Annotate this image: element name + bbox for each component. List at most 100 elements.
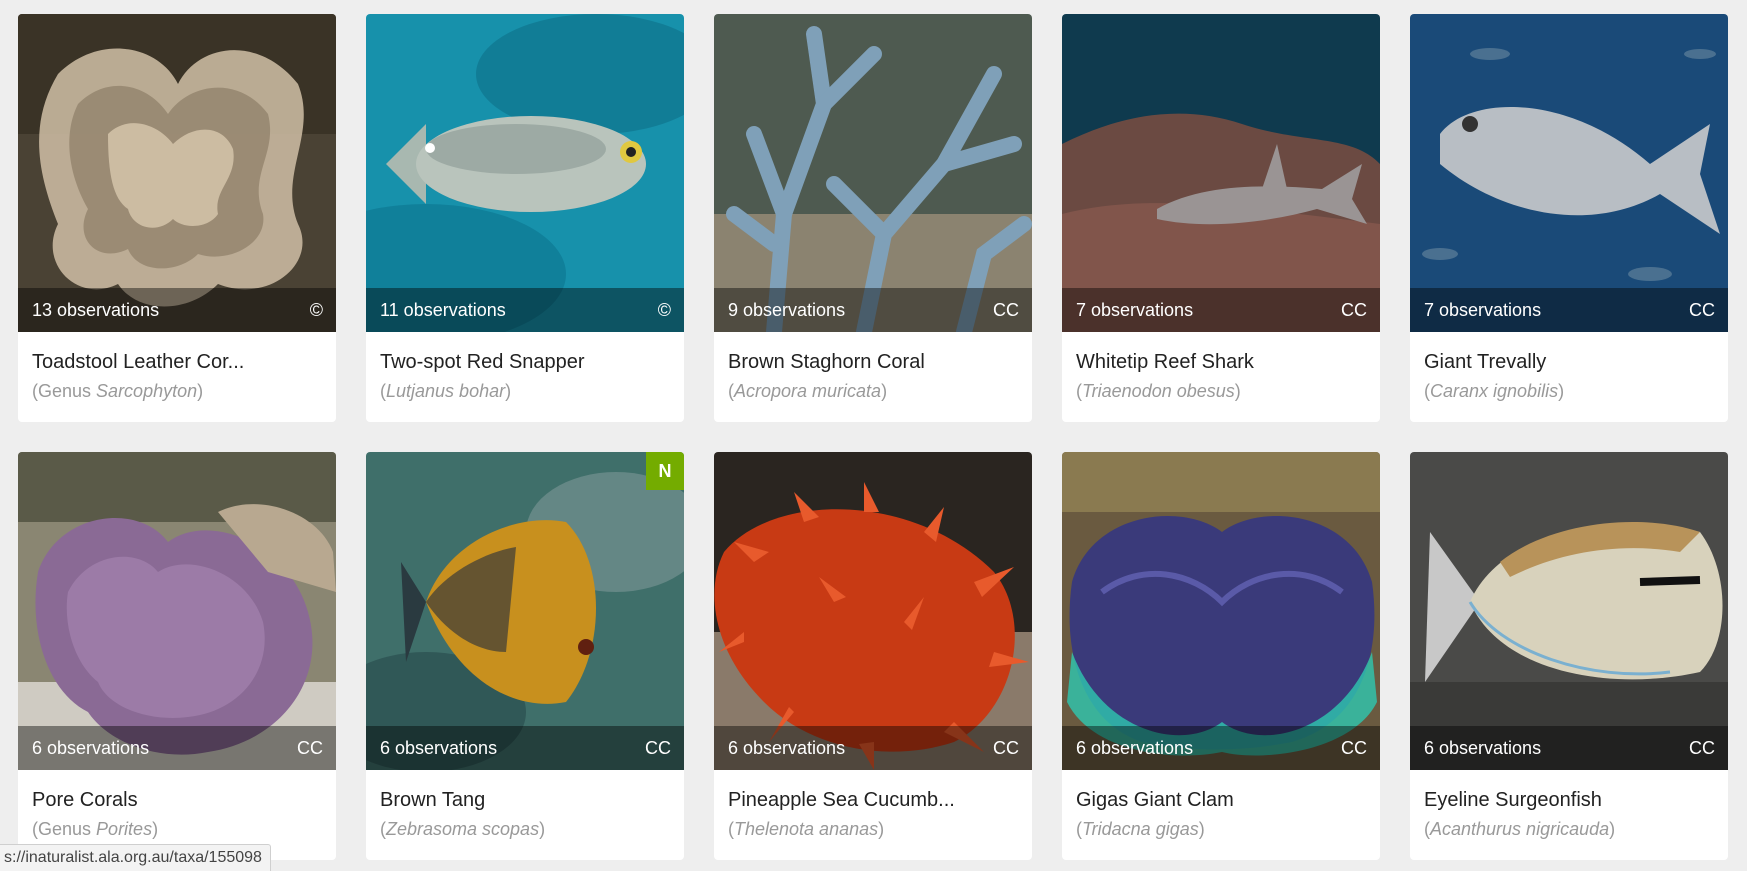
species-caption: Gigas Giant Clam (Tridacna gigas) [1062, 770, 1380, 840]
license-icon[interactable]: CC [993, 300, 1019, 321]
common-name[interactable]: Giant Trevally [1424, 350, 1714, 374]
species-photo[interactable]: 6 observations CC [1062, 452, 1380, 770]
observation-count: 6 observations [728, 737, 846, 758]
taxon-name: Porites [96, 819, 153, 839]
photo-pore-corals [18, 452, 336, 770]
observation-count: 6 observations [380, 737, 498, 758]
species-grid: 13 observations © Toadstool Leather Cor.… [18, 14, 1728, 860]
taxon-name: Tridacna gigas [1082, 819, 1199, 839]
common-name[interactable]: Two-spot Red Snapper [380, 350, 670, 374]
species-photo[interactable]: 11 observations © [366, 14, 684, 332]
observation-count: 7 observations [1076, 299, 1194, 320]
taxon-name: Zebrasoma scopas [386, 819, 540, 839]
species-caption: Brown Staghorn Coral (Acropora muricata) [714, 332, 1032, 402]
species-card[interactable]: 7 observations CC Giant Trevally (Caranx… [1410, 14, 1728, 422]
species-card[interactable]: 13 observations © Toadstool Leather Cor.… [18, 14, 336, 422]
license-icon[interactable]: © [658, 300, 671, 321]
license-icon[interactable]: CC [1689, 738, 1715, 759]
license-icon[interactable]: CC [1341, 738, 1367, 759]
common-name[interactable]: Pore Corals [32, 788, 322, 812]
scientific-name: (Zebrasoma scopas) [380, 819, 546, 839]
photo-overlay: 6 observations CC [1410, 726, 1728, 770]
species-photo[interactable]: 6 observations CC [714, 452, 1032, 770]
license-icon[interactable]: CC [297, 738, 323, 759]
rank-label: Genus [38, 381, 97, 401]
species-caption: Brown Tang (Zebrasoma scopas) [366, 770, 684, 840]
species-card[interactable]: 11 observations © Two-spot Red Snapper (… [366, 14, 684, 422]
license-icon[interactable]: CC [645, 738, 671, 759]
observation-count: 9 observations [728, 299, 846, 320]
license-icon[interactable]: CC [993, 738, 1019, 759]
scientific-name: (Acropora muricata) [728, 381, 888, 401]
species-card[interactable]: 6 observations CC Pineapple Sea Cucumb..… [714, 452, 1032, 860]
common-name[interactable]: Pineapple Sea Cucumb... [728, 788, 1018, 812]
status-bar-url: s://inaturalist.ala.org.au/taxa/155098 [0, 844, 271, 871]
species-photo[interactable]: N 6 observations CC [366, 452, 684, 770]
species-caption: Pineapple Sea Cucumb... (Thelenota anana… [714, 770, 1032, 840]
photo-staghorn-coral [714, 14, 1032, 332]
observation-count: 6 observations [1076, 737, 1194, 758]
taxon-name: Sarcophyton [96, 381, 198, 401]
species-photo[interactable]: 9 observations CC [714, 14, 1032, 332]
photo-sea-cucumber [714, 452, 1032, 770]
common-name[interactable]: Toadstool Leather Cor... [32, 350, 322, 374]
scientific-name: (Genus Porites) [32, 819, 159, 839]
common-name[interactable]: Eyeline Surgeonfish [1424, 788, 1714, 812]
taxon-name: Lutjanus bohar [386, 381, 506, 401]
species-card[interactable]: 9 observations CC Brown Staghorn Coral (… [714, 14, 1032, 422]
native-badge[interactable]: N [646, 452, 684, 490]
species-caption: Giant Trevally (Caranx ignobilis) [1410, 332, 1728, 402]
species-caption: Whitetip Reef Shark (Triaenodon obesus) [1062, 332, 1380, 402]
species-photo[interactable]: 7 observations CC [1062, 14, 1380, 332]
taxon-name: Acropora muricata [734, 381, 882, 401]
species-card[interactable]: 6 observations CC Pore Corals (Genus Por… [18, 452, 336, 860]
photo-overlay: 6 observations CC [366, 726, 684, 770]
observation-count: 7 observations [1424, 299, 1542, 320]
photo-brown-tang [366, 452, 684, 770]
photo-overlay: 9 observations CC [714, 288, 1032, 332]
species-photo[interactable]: 6 observations CC [1410, 452, 1728, 770]
scientific-name: (Thelenota ananas) [728, 819, 885, 839]
common-name[interactable]: Brown Tang [380, 788, 670, 812]
scientific-name: (Acanthurus nigricauda) [1424, 819, 1616, 839]
photo-overlay: 6 observations CC [1062, 726, 1380, 770]
photo-red-snapper [366, 14, 684, 332]
license-icon[interactable]: © [310, 300, 323, 321]
license-icon[interactable]: CC [1341, 300, 1367, 321]
observation-count: 6 observations [1424, 737, 1542, 758]
species-caption: Toadstool Leather Cor... (Genus Sarcophy… [18, 332, 336, 402]
scientific-name: (Triaenodon obesus) [1076, 381, 1241, 401]
photo-overlay: 7 observations CC [1410, 288, 1728, 332]
photo-reef-shark [1062, 14, 1380, 332]
photo-leather-coral [18, 14, 336, 332]
species-caption: Pore Corals (Genus Porites) [18, 770, 336, 840]
taxon-name: Thelenota ananas [734, 819, 879, 839]
observation-count: 11 observations [380, 299, 506, 320]
photo-overlay: 7 observations CC [1062, 288, 1380, 332]
species-card[interactable]: N 6 observations CC Brown Tang (Zebrasom… [366, 452, 684, 860]
photo-overlay: 13 observations © [18, 288, 336, 332]
species-photo[interactable]: 13 observations © [18, 14, 336, 332]
species-caption: Eyeline Surgeonfish (Acanthurus nigricau… [1410, 770, 1728, 840]
species-card[interactable]: 6 observations CC Gigas Giant Clam (Trid… [1062, 452, 1380, 860]
photo-overlay: 6 observations CC [18, 726, 336, 770]
scientific-name: (Caranx ignobilis) [1424, 381, 1565, 401]
taxon-name: Caranx ignobilis [1430, 381, 1559, 401]
species-card[interactable]: 6 observations CC Eyeline Surgeonfish (A… [1410, 452, 1728, 860]
photo-overlay: 11 observations © [366, 288, 684, 332]
photo-surgeonfish [1410, 452, 1728, 770]
observation-count: 6 observations [32, 737, 150, 758]
rank-label: Genus [38, 819, 97, 839]
license-icon[interactable]: CC [1689, 300, 1715, 321]
common-name[interactable]: Brown Staghorn Coral [728, 350, 1018, 374]
species-photo[interactable]: 6 observations CC [18, 452, 336, 770]
species-photo[interactable]: 7 observations CC [1410, 14, 1728, 332]
common-name[interactable]: Gigas Giant Clam [1076, 788, 1366, 812]
species-card[interactable]: 7 observations CC Whitetip Reef Shark (T… [1062, 14, 1380, 422]
photo-overlay: 6 observations CC [714, 726, 1032, 770]
species-caption: Two-spot Red Snapper (Lutjanus bohar) [366, 332, 684, 402]
common-name[interactable]: Whitetip Reef Shark [1076, 350, 1366, 374]
scientific-name: (Genus Sarcophyton) [32, 381, 204, 401]
taxon-name: Triaenodon obesus [1082, 381, 1235, 401]
observation-count: 13 observations [32, 299, 160, 320]
